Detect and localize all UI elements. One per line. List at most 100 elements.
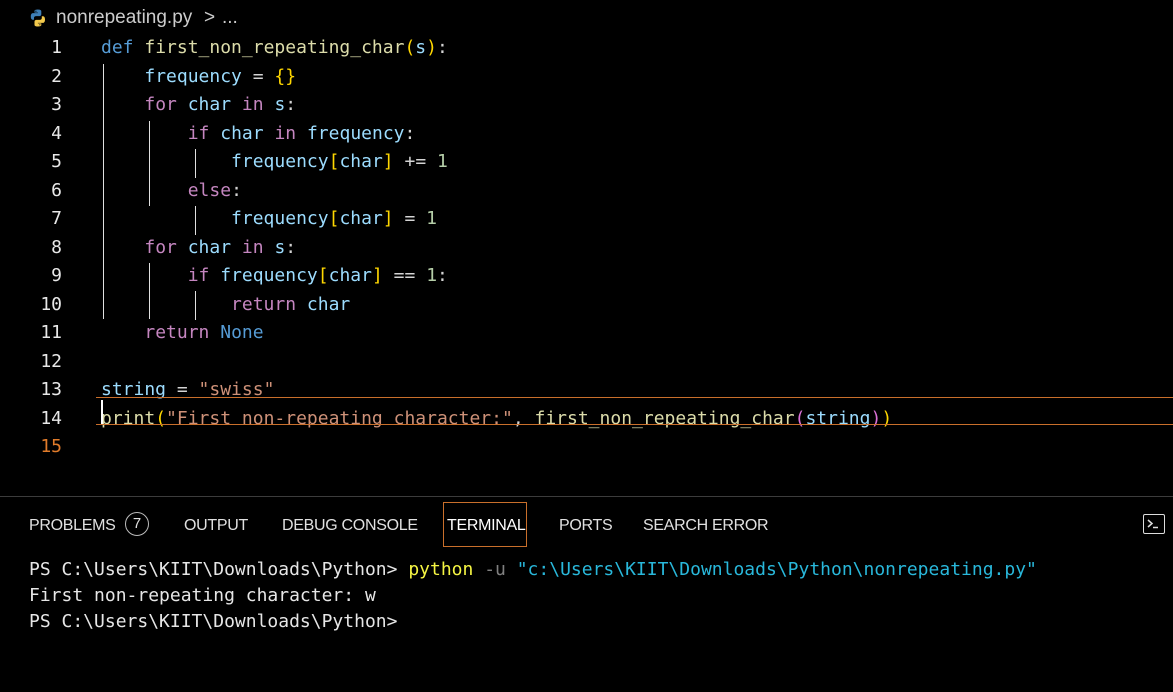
line-number: 10	[40, 293, 62, 315]
code-token: =	[241, 65, 275, 87]
code-token: if	[187, 265, 210, 286]
line-number: 2	[51, 65, 62, 87]
indent-guide	[103, 64, 104, 319]
line-number: 1	[51, 37, 62, 58]
terminal-prompt: PS C:\Users\KIIT\Downloads\Python>	[29, 611, 398, 632]
breadcrumb-more[interactable]: ...	[222, 7, 238, 29]
code-token: def	[101, 37, 134, 58]
line-number: 3	[51, 94, 62, 115]
code-token: [	[328, 151, 340, 172]
code-token: return	[231, 293, 297, 315]
code-line[interactable]: return None	[101, 319, 264, 347]
indent-guide	[149, 121, 150, 206]
tab-problems[interactable]: PROBLEMS	[29, 517, 116, 535]
line-number: 11	[40, 322, 62, 343]
breadcrumb-file[interactable]: nonrepeating.py	[56, 7, 192, 29]
line-number: 15	[40, 436, 62, 457]
code-line[interactable]: frequency[char] = 1	[101, 205, 437, 233]
code-token: frequency	[220, 265, 318, 286]
terminal-argument: "c:\Users\KIIT\Downloads\Python\nonrepea…	[516, 559, 1037, 580]
code-token: in	[241, 94, 264, 115]
code-token: s	[415, 37, 427, 58]
code-token: =	[393, 208, 427, 229]
code-token: else	[187, 179, 232, 201]
line-number: 8	[51, 236, 62, 258]
code-token: char	[339, 151, 383, 172]
code-token: frequency	[144, 65, 242, 87]
line-number: 6	[51, 179, 62, 201]
code-token: 1	[437, 151, 448, 172]
indent-guide	[149, 263, 150, 319]
problems-count-badge: 7	[125, 512, 149, 536]
tab-output[interactable]: OUTPUT	[184, 517, 248, 535]
code-line[interactable]: if frequency[char] == 1:	[101, 262, 448, 290]
panel-tab-bar: PROBLEMS 7 OUTPUT DEBUG CONSOLE TERMINAL…	[0, 500, 1173, 550]
code-line[interactable]: else:	[101, 177, 242, 205]
code-token: in	[274, 122, 297, 144]
line-number: 4	[51, 122, 62, 144]
code-line[interactable]: for char in s:	[101, 91, 296, 119]
tab-terminal[interactable]: TERMINAL	[447, 517, 526, 535]
line-number: 7	[51, 208, 62, 229]
code-token: [	[328, 208, 340, 229]
breadcrumb-separator: >	[204, 7, 216, 28]
python-icon	[30, 9, 45, 27]
code-token: ]	[382, 208, 394, 229]
code-token: :	[285, 236, 297, 258]
code-line[interactable]: frequency[char] += 1	[101, 148, 448, 176]
terminal-icon[interactable]	[1143, 514, 1165, 534]
text-cursor	[101, 400, 103, 424]
terminal[interactable]: PS C:\Users\KIIT\Downloads\Python> pytho…	[0, 557, 1173, 692]
code-token: 1	[426, 208, 437, 229]
code-token: frequency	[231, 208, 329, 229]
terminal-prompt: PS C:\Users\KIIT\Downloads\Python>	[29, 559, 398, 580]
breadcrumb: nonrepeating.py > ...	[0, 0, 1173, 36]
code-token: return	[144, 322, 210, 343]
code-token: frequency	[306, 122, 405, 144]
code-token: char	[187, 236, 232, 258]
code-token: ]	[382, 151, 394, 172]
line-number: 13	[40, 379, 62, 400]
code-token: :	[231, 179, 242, 201]
code-token: char	[187, 94, 232, 115]
tab-debug-console[interactable]: DEBUG CONSOLE	[282, 517, 418, 535]
code-line[interactable]: frequency = {}	[101, 63, 296, 91]
code-token: s	[274, 94, 286, 115]
code-token: :	[437, 265, 448, 286]
tab-ports[interactable]: PORTS	[559, 517, 613, 535]
indent-guide	[195, 291, 196, 320]
code-token: in	[241, 236, 264, 258]
line-number: 5	[51, 151, 62, 172]
code-line[interactable]: for char in s:	[101, 234, 296, 262]
code-token: (	[404, 37, 416, 58]
code-line[interactable]: def first_non_repeating_char(s):	[101, 34, 448, 62]
code-token: :	[436, 37, 448, 58]
code-token: char	[306, 293, 351, 315]
tab-search-error[interactable]: SEARCH ERROR	[643, 517, 769, 535]
line-number: 9	[51, 265, 62, 286]
code-token: first_non_repeating_char	[144, 37, 405, 58]
indent-guide	[195, 149, 196, 178]
code-line[interactable]: return char	[101, 291, 350, 319]
code-token: :	[404, 122, 416, 144]
terminal-line: PS C:\Users\KIIT\Downloads\Python> pytho…	[29, 557, 1037, 583]
code-token: frequency	[231, 151, 329, 172]
code-token: None	[220, 322, 264, 343]
code-token: for	[144, 94, 177, 115]
code-token: {}	[274, 65, 297, 87]
code-token: [	[317, 265, 329, 286]
code-token: char	[339, 208, 383, 229]
